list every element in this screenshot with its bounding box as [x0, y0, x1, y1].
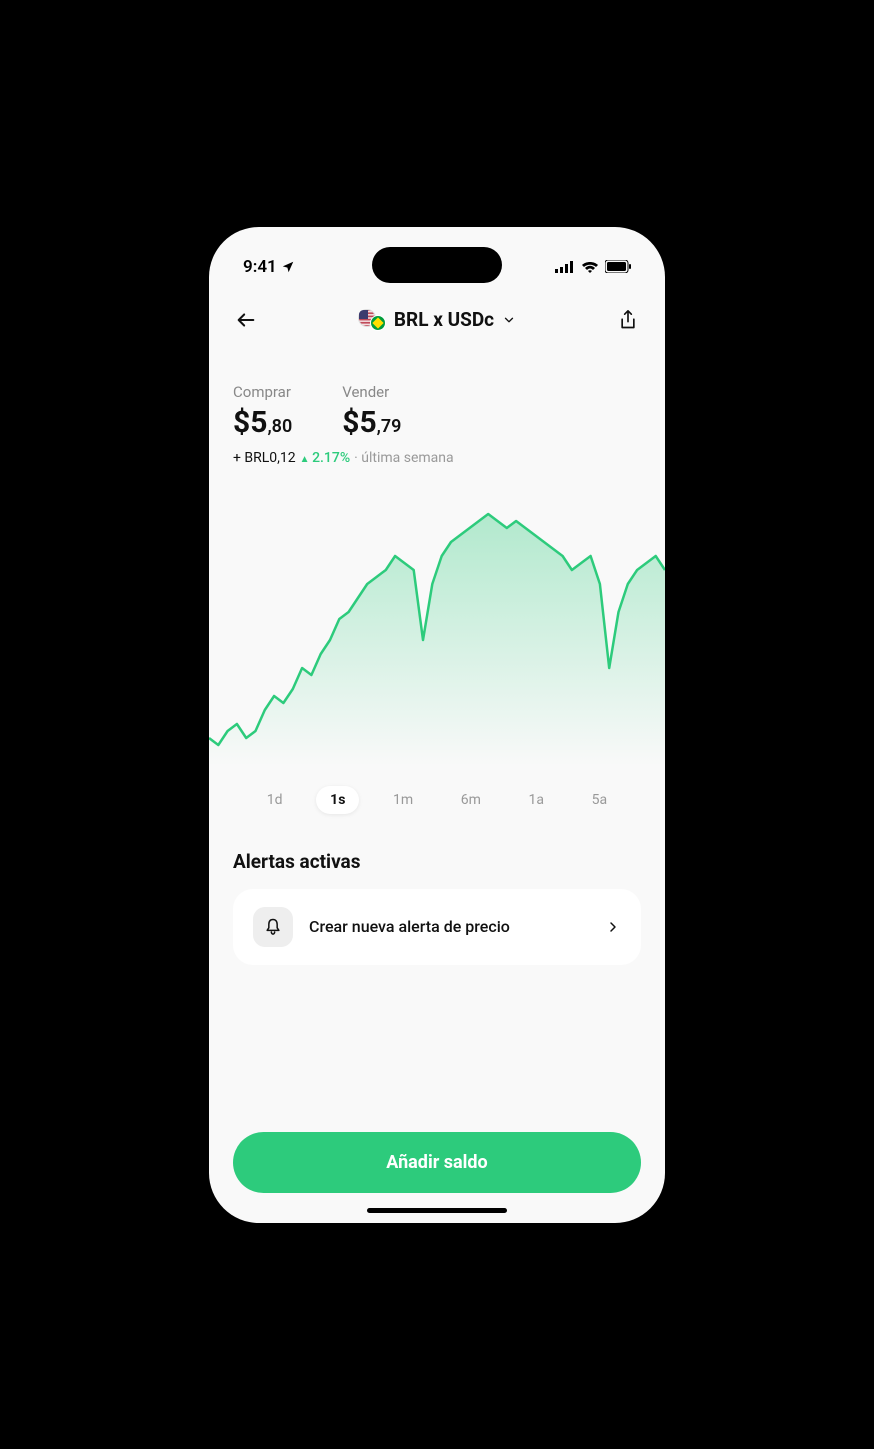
range-tab-1s[interactable]: 1s	[316, 786, 359, 814]
price-change-percent: 2.17%	[300, 450, 350, 466]
share-button[interactable]	[613, 305, 643, 335]
range-tab-6m[interactable]: 6m	[447, 786, 495, 814]
sell-price-whole: $5	[342, 405, 376, 440]
sell-label: Vender	[342, 383, 401, 401]
buy-price-whole: $5	[233, 405, 267, 440]
wifi-icon	[581, 260, 599, 273]
nav-bar: BRL x USDc	[209, 287, 665, 353]
arrow-left-icon	[235, 309, 257, 331]
share-icon	[618, 309, 638, 331]
back-button[interactable]	[231, 305, 261, 335]
price-change-row: + BRL0,12 2.17% · última semana	[233, 450, 641, 466]
home-indicator[interactable]	[367, 1208, 507, 1213]
alerts-title: Alertas activas	[233, 850, 641, 873]
dynamic-island	[372, 247, 502, 283]
alerts-section: Alertas activas Crear nueva alerta de pr…	[233, 850, 641, 965]
create-alert-card[interactable]: Crear nueva alerta de precio	[233, 889, 641, 965]
phone-screen: 9:41 BRL x USDc	[209, 227, 665, 1223]
buy-price-block: Comprar $5,80	[233, 383, 292, 440]
range-tab-5a[interactable]: 5a	[578, 786, 621, 814]
currency-pair-label: BRL x USDc	[394, 308, 494, 331]
price-chart[interactable]	[209, 486, 665, 766]
location-icon	[281, 260, 295, 274]
add-balance-button[interactable]: Añadir saldo	[233, 1132, 641, 1193]
bell-icon	[263, 917, 283, 937]
chevron-down-icon	[502, 313, 516, 327]
cellular-icon	[555, 261, 575, 273]
time-range-tabs: 1d 1s 1m 6m 1a 5a	[233, 766, 641, 814]
create-alert-label: Crear nueva alerta de precio	[309, 917, 589, 936]
range-tab-1m[interactable]: 1m	[379, 786, 427, 814]
bell-icon-wrap	[253, 907, 293, 947]
battery-icon	[605, 260, 631, 273]
buy-price-cents: ,80	[267, 416, 292, 437]
sell-price-cents: ,79	[377, 416, 402, 437]
buy-label: Comprar	[233, 383, 292, 401]
status-time: 9:41	[243, 257, 277, 277]
range-tab-1a[interactable]: 1a	[515, 786, 558, 814]
currency-pair-selector[interactable]: BRL x USDc	[358, 308, 516, 331]
chevron-right-icon	[605, 919, 621, 935]
currency-flags-icon	[358, 309, 386, 331]
range-tab-1d[interactable]: 1d	[253, 786, 297, 814]
phone-frame: 9:41 BRL x USDc	[197, 215, 677, 1235]
price-change-absolute: + BRL0,12	[233, 450, 296, 466]
price-row: Comprar $5,80 Vender $5,79	[233, 383, 641, 440]
price-change-period: · última semana	[354, 450, 454, 466]
sell-price-block: Vender $5,79	[342, 383, 401, 440]
